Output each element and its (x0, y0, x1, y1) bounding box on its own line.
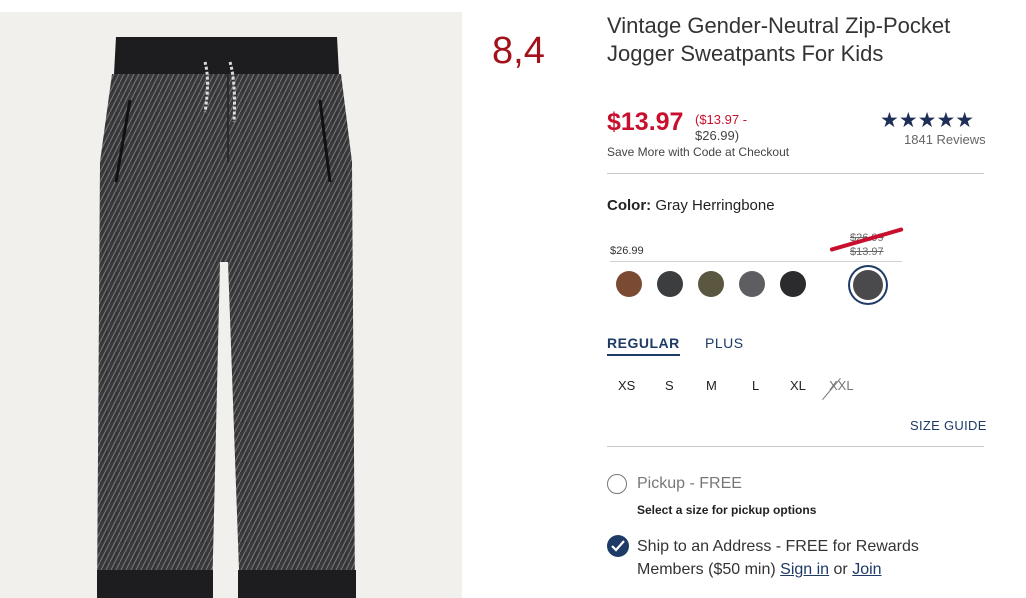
rating-stars-icon[interactable]: ★★★★★ (880, 108, 974, 133)
swatch-price: $26.99 (610, 245, 644, 257)
or-text: or (833, 561, 848, 578)
pickup-label: Pickup - FREE (637, 475, 742, 492)
swatch-charcoal[interactable] (657, 271, 683, 297)
color-label-value: Gray Herringbone (655, 197, 775, 214)
price-divider (610, 261, 902, 262)
size-l[interactable]: L (752, 378, 759, 393)
price-range-low: ($13.97 - (695, 112, 748, 127)
divider (607, 173, 984, 174)
swatch-gray-herringbone[interactable] (853, 270, 883, 300)
price-range: ($13.97 - $26.99) (695, 112, 775, 144)
swatch-black[interactable] (780, 271, 806, 297)
size-guide-link[interactable]: SIZE GUIDE (910, 418, 987, 433)
size-xs[interactable]: XS (618, 378, 635, 393)
product-title: Vintage Gender-Neutral Zip-Pocket Jogger… (607, 13, 951, 66)
product-image (0, 12, 462, 598)
swatch-brown[interactable] (616, 271, 642, 297)
size-s[interactable]: S (665, 378, 674, 393)
tab-regular[interactable]: REGULAR (607, 335, 680, 356)
size-m[interactable]: M (706, 378, 717, 393)
swatch-gray[interactable] (739, 271, 765, 297)
divider (607, 446, 984, 447)
ship-label: Ship to an Address - FREE for Rewards Me… (637, 535, 977, 581)
sign-in-link[interactable]: Sign in (780, 561, 829, 578)
reviews-count[interactable]: 1841 Reviews (904, 132, 986, 147)
price-range-high: $26.99) (695, 128, 740, 143)
swatch-price-strike-2: $13.97 (850, 246, 884, 258)
annotation-label: 8,4 (492, 30, 545, 72)
ship-radio-checked[interactable] (607, 535, 629, 557)
promo-text: Save More with Code at Checkout (607, 145, 790, 159)
swatch-camo[interactable] (698, 271, 724, 297)
tab-plus[interactable]: PLUS (705, 335, 744, 351)
color-label: Color: Gray Herringbone (607, 197, 775, 214)
color-label-key: Color: (607, 197, 652, 214)
join-link[interactable]: Join (852, 561, 881, 578)
sale-price: $13.97 (607, 108, 684, 136)
pickup-radio[interactable] (607, 474, 627, 494)
pickup-hint: Select a size for pickup options (637, 503, 817, 517)
checkmark-icon (611, 540, 625, 552)
size-xl[interactable]: XL (790, 378, 806, 393)
